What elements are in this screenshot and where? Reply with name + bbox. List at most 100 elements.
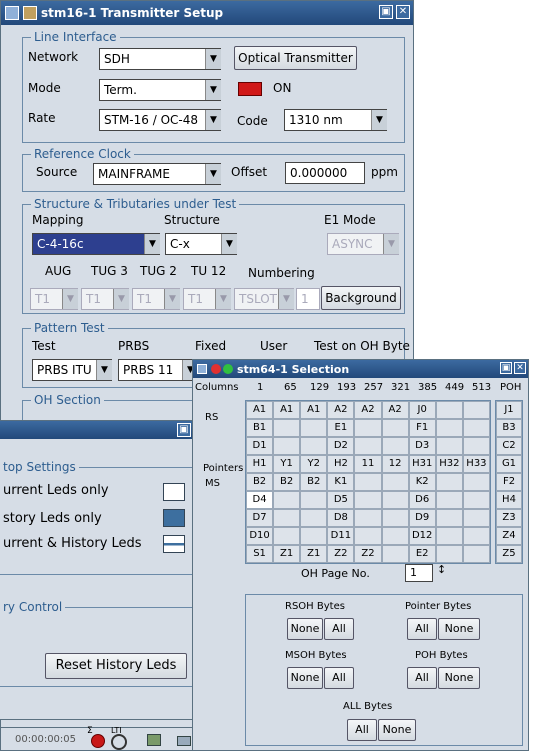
oh-byte-cell[interactable]: A2 [354,401,382,419]
oh-byte-cell[interactable]: A1 [300,401,328,419]
network-select[interactable]: SDH ▼ [99,48,221,70]
close-icon[interactable]: ✕ [396,5,410,19]
oh-byte-cell[interactable] [300,509,328,527]
rate-select[interactable]: STM-16 / OC-48 ▼ [99,109,221,131]
tslot-number-input[interactable]: 1 [296,288,320,310]
history-leds-only-label[interactable]: story Leds only [3,511,102,526]
oh-byte-cell[interactable]: D11 [327,527,355,545]
tu12-select[interactable]: T1 ▼ [183,288,231,310]
mode-select[interactable]: Term. ▼ [99,79,221,101]
oh-byte-cell[interactable]: D12 [408,527,436,545]
oh-byte-cell[interactable]: D10 [246,527,274,545]
oh-byte-cell[interactable] [381,437,409,455]
oh-byte-cell[interactable]: A2 [381,401,409,419]
oh-byte-cell[interactable]: F1 [408,419,436,437]
mapping-select[interactable]: C-4-16c ▼ [32,233,160,255]
oh-byte-cell[interactable]: Z1 [273,545,301,563]
laser-led-icon[interactable] [238,82,262,96]
oh-byte-cell[interactable] [381,419,409,437]
oh-byte-cell[interactable]: K2 [408,473,436,491]
oh-byte-cell[interactable] [435,437,463,455]
oh-byte-cell[interactable]: S1 [246,545,274,563]
oh-byte-cell[interactable] [300,437,328,455]
oh-byte-cell[interactable] [462,473,490,491]
poh-byte-cell[interactable]: Z4 [496,527,522,545]
poh-byte-cell[interactable]: C2 [496,437,522,455]
oh-byte-cell[interactable]: D6 [408,491,436,509]
maximize-icon[interactable]: ▣ [177,423,191,437]
oh-byte-cell[interactable] [354,473,382,491]
oh-byte-cell[interactable]: K1 [327,473,355,491]
prbs-select[interactable]: PRBS 11 ▼ [118,359,198,381]
oh-byte-cell[interactable]: Z1 [300,545,328,563]
alarm-led-icon[interactable] [91,734,105,748]
close-icon[interactable]: ✕ [514,362,526,374]
oh-byte-cell[interactable] [273,491,301,509]
oh-byte-cell[interactable]: Y2 [300,455,328,473]
background-button[interactable]: Background [321,286,401,310]
poh-byte-cell[interactable]: F2 [496,473,522,491]
oh-byte-cell[interactable]: 12 [381,455,409,473]
spinner-icon[interactable]: ↕ [437,563,446,576]
lti-icon[interactable] [111,734,127,750]
oh-byte-cell[interactable]: 11 [354,455,382,473]
poh-byte-cell[interactable]: H4 [496,491,522,509]
oh-byte-cell[interactable] [462,437,490,455]
oh-byte-cell[interactable] [354,527,382,545]
oh-byte-cell[interactable]: J0 [408,401,436,419]
oh-byte-cell[interactable] [435,509,463,527]
poh-byte-cell[interactable]: Z3 [496,509,522,527]
oh-byte-cell[interactable]: B1 [246,419,274,437]
oh-byte-cell[interactable] [435,401,463,419]
poh-all-button[interactable]: All [407,667,437,689]
oh-byte-cell[interactable]: B2 [300,473,328,491]
oh-byte-cell[interactable] [462,419,490,437]
numbering-select[interactable]: TSLOT ▼ [234,288,294,310]
oh-byte-cell[interactable] [300,527,328,545]
msoh-all-button[interactable]: All [324,667,354,689]
rsoh-none-button[interactable]: None [287,618,323,640]
aug-select[interactable]: T1 ▼ [30,288,78,310]
oh-byte-cell[interactable] [462,527,490,545]
oh-byte-cell[interactable] [354,509,382,527]
poh-none-button[interactable]: None [438,667,480,689]
oh-byte-cell[interactable]: D7 [246,509,274,527]
oh-byte-cell[interactable]: D1 [246,437,274,455]
oh-byte-cell[interactable]: D8 [327,509,355,527]
pointer-all-button[interactable]: All [407,618,437,640]
oh-byte-cell[interactable]: Z2 [354,545,382,563]
oh-byte-cell[interactable] [435,419,463,437]
oh-byte-cell[interactable] [381,473,409,491]
current-leds-only-label[interactable]: urrent Leds only [3,483,109,498]
maximize-icon[interactable]: ▣ [379,5,393,19]
oh-byte-cell[interactable] [273,437,301,455]
oh-byte-cell[interactable]: D2 [327,437,355,455]
oh-byte-cell[interactable] [435,473,463,491]
oh-byte-cell[interactable] [435,527,463,545]
poh-byte-cell[interactable]: Z5 [496,545,522,563]
oh-byte-cell[interactable] [435,491,463,509]
oh-byte-cell[interactable] [462,401,490,419]
current-history-leds-label[interactable]: urrent & History Leds [3,536,142,551]
oh-byte-cell[interactable] [381,509,409,527]
oh-byte-cell[interactable] [273,509,301,527]
oh-byte-cell[interactable]: D5 [327,491,355,509]
test-select[interactable]: PRBS ITU ▼ [32,359,112,381]
oh-byte-cell[interactable]: D4 [246,491,274,509]
poh-byte-cell[interactable]: B3 [496,419,522,437]
oh-byte-cell[interactable]: A1 [273,401,301,419]
oh-byte-cell[interactable]: Z2 [327,545,355,563]
source-select[interactable]: MAINFRAME ▼ [93,163,221,185]
oh-byte-cell[interactable] [273,527,301,545]
reset-history-leds-button[interactable]: Reset History Leds [45,653,187,679]
oh-byte-cell[interactable]: H33 [462,455,490,473]
structure-select[interactable]: C-x ▼ [165,233,237,255]
code-select[interactable]: 1310 nm ▼ [284,109,387,131]
oh-byte-cell[interactable]: H32 [435,455,463,473]
oh-byte-cell[interactable]: A2 [327,401,355,419]
oh-byte-cell[interactable] [300,491,328,509]
oh-byte-cell[interactable] [462,509,490,527]
oh-byte-cell[interactable]: B2 [273,473,301,491]
tug3-select[interactable]: T1 ▼ [81,288,129,310]
pointer-none-button[interactable]: None [438,618,480,640]
